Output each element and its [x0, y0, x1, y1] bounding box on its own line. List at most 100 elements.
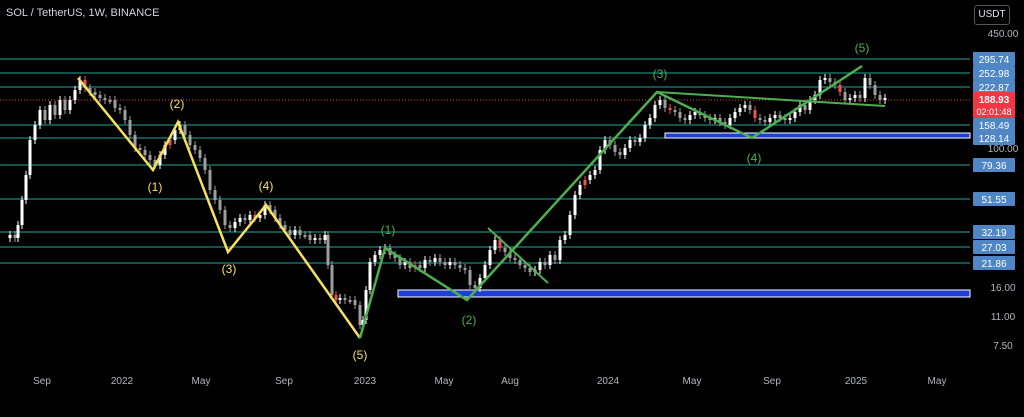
- candle-body: [358, 305, 362, 325]
- candle-body: [463, 268, 467, 270]
- candle-body: [108, 100, 112, 102]
- candle-body: [33, 125, 37, 140]
- candle-body: [373, 255, 377, 262]
- yellow-wave-label: (3): [222, 262, 237, 276]
- candle-body: [68, 100, 72, 110]
- yellow-wave-label: (4): [259, 179, 274, 193]
- candle-body: [93, 92, 97, 95]
- candle-body: [143, 150, 147, 155]
- candle-body: [623, 148, 627, 155]
- candle-body: [73, 90, 77, 100]
- candle-body: [13, 235, 17, 238]
- candle-body: [748, 105, 752, 110]
- candle-body: [743, 105, 747, 108]
- candle-body: [213, 190, 217, 200]
- chart-svg: 450.00100.0016.0011.007.50295.74252.9822…: [0, 29, 1019, 387]
- candle-body: [63, 100, 67, 110]
- candle-body: [378, 250, 382, 255]
- candle-body: [343, 298, 347, 300]
- candle-body: [48, 105, 52, 120]
- candle-body: [188, 135, 192, 145]
- candle-body: [193, 145, 197, 150]
- y-axis-tick: 16.00: [990, 283, 1015, 294]
- candle-body: [334, 295, 338, 300]
- candle-body: [308, 235, 312, 240]
- candle-body: [883, 98, 887, 100]
- x-axis-tick: Sep: [33, 376, 51, 387]
- candle-body: [238, 218, 242, 222]
- candle-body: [683, 118, 687, 120]
- candle-body: [618, 152, 622, 155]
- level-price-label: 252.98: [979, 69, 1010, 80]
- current-price-value: 188.93: [979, 95, 1010, 106]
- level-price-label: 295.74: [979, 55, 1010, 66]
- candle-body: [24, 175, 28, 200]
- candle-body: [658, 100, 662, 105]
- candle-body: [448, 262, 452, 265]
- candle-body: [233, 222, 237, 228]
- current-price-countdown: 02:01:48: [976, 107, 1011, 117]
- candle-body: [793, 112, 797, 118]
- candle-body: [753, 110, 757, 118]
- candle-body: [638, 138, 642, 142]
- candle-body: [513, 258, 517, 260]
- candle-body: [228, 225, 232, 228]
- yellow-wave-label: (1): [148, 180, 163, 194]
- candle-body: [103, 98, 107, 100]
- candle-body: [20, 200, 24, 225]
- yellow-wave-label: (2): [170, 97, 185, 111]
- green-wave-label: (5): [855, 41, 870, 55]
- candle-body: [868, 78, 872, 85]
- candle-body: [613, 145, 617, 152]
- candle-body: [878, 95, 882, 100]
- x-axis-tick: 2023: [354, 376, 377, 387]
- level-price-label: 32.19: [981, 228, 1006, 239]
- x-axis-tick: Sep: [275, 376, 293, 387]
- candle-body: [648, 118, 652, 125]
- candle-body: [848, 98, 852, 100]
- candle-body: [423, 260, 427, 268]
- candle-body: [183, 125, 187, 135]
- level-price-label: 21.86: [981, 259, 1006, 270]
- candle-body: [338, 298, 342, 300]
- candle-body: [53, 105, 57, 115]
- candle-body: [326, 235, 330, 265]
- y-axis-tick: 100.00: [988, 144, 1019, 155]
- candle-body: [538, 262, 542, 270]
- yellow-wave-label: (5): [353, 348, 368, 362]
- x-axis-tick: 2022: [111, 376, 134, 387]
- candle-body: [303, 235, 307, 237]
- green-break-line: [487, 227, 549, 284]
- candle-body: [330, 265, 334, 295]
- level-price-label: 51.55: [981, 195, 1006, 206]
- candle-body: [563, 235, 567, 240]
- candle-body: [243, 218, 247, 220]
- candle-body: [148, 155, 152, 160]
- level-price-label: 79.36: [981, 161, 1006, 172]
- candle-body: [668, 108, 672, 110]
- candle-body: [16, 225, 20, 238]
- x-axis-tick: 2025: [845, 376, 868, 387]
- candle-body: [208, 170, 212, 190]
- candle-body: [858, 95, 862, 98]
- candle-body: [473, 285, 477, 288]
- y-axis-tick: 7.50: [993, 341, 1013, 352]
- x-axis-tick: Sep: [763, 376, 781, 387]
- candle-body: [553, 255, 557, 260]
- chart-container: SOL / TetherUS, 1W, BINANCE USDT 450.00 1…: [0, 0, 1024, 417]
- candle-body: [8, 235, 12, 238]
- candle-body: [493, 240, 497, 250]
- candle-body: [453, 262, 457, 265]
- candle-body: [468, 270, 472, 285]
- candle-body: [123, 110, 127, 120]
- candle-body: [873, 85, 877, 95]
- candle-body: [348, 300, 352, 302]
- candle-body: [518, 260, 522, 265]
- x-axis-tick: Aug: [501, 376, 519, 387]
- candle-body: [573, 195, 577, 215]
- candle-body: [58, 100, 62, 115]
- x-axis-tick: May: [683, 376, 702, 387]
- candle-body: [198, 150, 202, 158]
- candle-body: [43, 110, 47, 120]
- candle-body: [633, 140, 637, 142]
